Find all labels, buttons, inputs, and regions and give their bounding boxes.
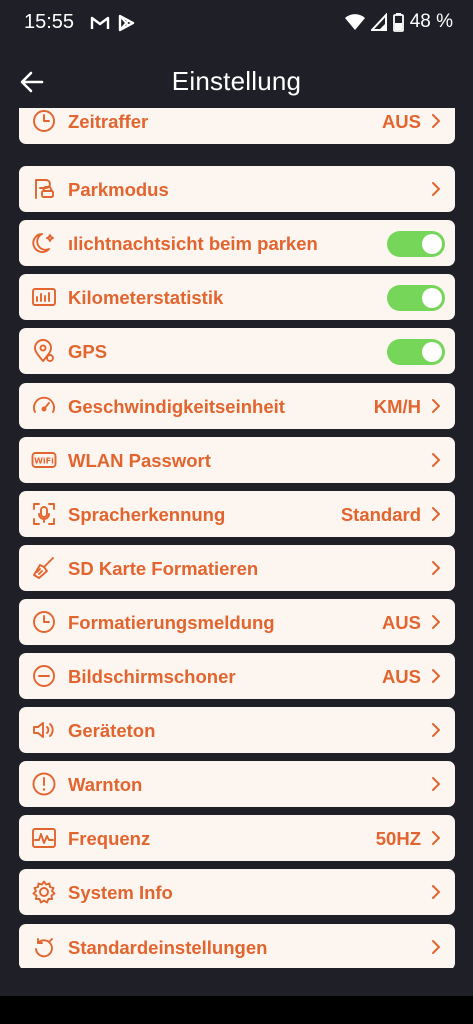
setting-row-sd-karte-formatieren[interactable]: SD Karte Formatieren (19, 544, 455, 591)
setting-label: Bildschirmschoner (68, 666, 236, 687)
chevron-right-icon (431, 776, 441, 792)
setting-value: 50HZ (375, 828, 421, 850)
wifi-icon (344, 13, 365, 31)
warning-circle-icon (31, 771, 57, 797)
setting-row-geschwindigkeitseinheit[interactable]: Geschwindigkeitseinheit KM/H (19, 382, 455, 429)
toggle-switch[interactable] (387, 231, 445, 258)
setting-label: Standardeinstellungen (68, 936, 268, 958)
microphone-icon (31, 501, 57, 527)
navigation-bar (0, 996, 473, 1024)
setting-label: GPS (68, 341, 108, 363)
setting-row-warnton[interactable]: Warnton (19, 761, 455, 808)
chevron-right-icon (431, 506, 441, 522)
chevron-right-icon (431, 830, 441, 846)
chart-icon (31, 284, 57, 310)
setting-label: Spracherkennung (68, 503, 226, 525)
setting-row-geräteton[interactable]: Geräteton (19, 707, 455, 754)
toggle-knob (422, 342, 442, 363)
setting-label: Geschwindigkeitseinheit (68, 395, 285, 417)
setting-row-spracherkennung[interactable]: Spracherkennung Standard (19, 490, 455, 537)
chevron-right-icon (431, 113, 441, 129)
chevron-right-icon (431, 181, 441, 197)
chevron-right-icon (431, 939, 441, 955)
page-title: Einstellung (171, 66, 302, 96)
setting-label: Parkmodus (68, 179, 169, 201)
svg-text:WiFi: WiFi (34, 456, 54, 465)
setting-label: Warnton (68, 774, 143, 796)
setting-row-wlan-passwort[interactable]: WiFi WLAN Passwort (19, 436, 455, 483)
battery-percentage: 48 % (409, 11, 453, 32)
setting-label: Formatierungsmeldung (68, 611, 275, 633)
setting-row-frequenz[interactable]: Frequenz 50HZ (19, 815, 455, 862)
minus-circle-icon (31, 663, 57, 689)
signal-icon (370, 13, 387, 31)
setting-row-gps[interactable]: GPS (19, 328, 455, 375)
chevron-right-icon (431, 560, 441, 576)
chevron-right-icon (431, 722, 441, 738)
chevron-right-icon (431, 884, 441, 900)
setting-label: Kilometerstatistik (68, 287, 224, 309)
setting-row-zeitraffer[interactable]: Zeitraffer AUS (19, 108, 455, 144)
setting-value: KM/H (373, 395, 421, 417)
battery-icon (392, 12, 404, 32)
settings-list: Zeitraffer AUS Parkmodus ılichtnachtsicht b… (19, 108, 455, 968)
setting-label: System Info (68, 882, 173, 904)
gear-icon (31, 879, 57, 905)
clock-icon (31, 108, 57, 134)
setting-value: AUS (381, 111, 421, 132)
waveform-icon (31, 825, 57, 851)
setting-row-formatierungsmeldung[interactable]: Formatierungsmeldung AUS (19, 598, 455, 645)
toggle-knob (422, 234, 442, 255)
setting-label: Frequenz (68, 828, 151, 850)
speedometer-icon (31, 393, 57, 419)
gmail-icon (90, 13, 110, 33)
setting-row-standardeinstellungen[interactable]: Standardeinstellungen (19, 923, 455, 968)
status-time: 15:55 (24, 11, 75, 33)
clock-icon (31, 609, 57, 635)
setting-label: Zeitraffer (68, 111, 149, 132)
toggle-knob (422, 288, 442, 309)
reset-icon (31, 934, 57, 960)
gps-pin-icon (31, 338, 57, 364)
play-store-icon (117, 13, 137, 33)
parking-car-icon (31, 176, 57, 202)
setting-row-system-info[interactable]: System Info (19, 869, 455, 916)
setting-value: AUS (381, 666, 421, 687)
chevron-right-icon (431, 398, 441, 414)
setting-label: SD Karte Formatieren (68, 557, 259, 579)
setting-row-lichtnachtsicht-beim-parken[interactable]: ılichtnachtsicht beim parken (19, 220, 455, 267)
setting-value: Standard (340, 503, 421, 525)
moon-icon (31, 230, 57, 256)
setting-value: AUS (381, 611, 421, 633)
toggle-switch[interactable] (387, 285, 445, 312)
setting-row-kilometerstatistik[interactable]: Kilometerstatistik (19, 274, 455, 321)
speaker-icon (31, 717, 57, 743)
chevron-right-icon (431, 668, 441, 684)
status-bar: 15:55 48 % (0, 0, 473, 48)
toggle-switch[interactable] (387, 339, 445, 366)
setting-label: WLAN Passwort (68, 449, 211, 471)
setting-label: ılichtnachtsicht beim parken (68, 233, 318, 255)
chevron-right-icon (431, 614, 441, 630)
setting-label: Geräteton (68, 720, 156, 742)
wifi-box-icon: WiFi (31, 447, 57, 473)
setting-row-bildschirmschoner[interactable]: Bildschirmschoner AUS (19, 653, 455, 699)
setting-row-parkmodus[interactable]: Parkmodus (19, 166, 455, 213)
chevron-right-icon (431, 452, 441, 468)
app-header: Einstellung (0, 56, 473, 108)
broom-icon (31, 555, 57, 581)
